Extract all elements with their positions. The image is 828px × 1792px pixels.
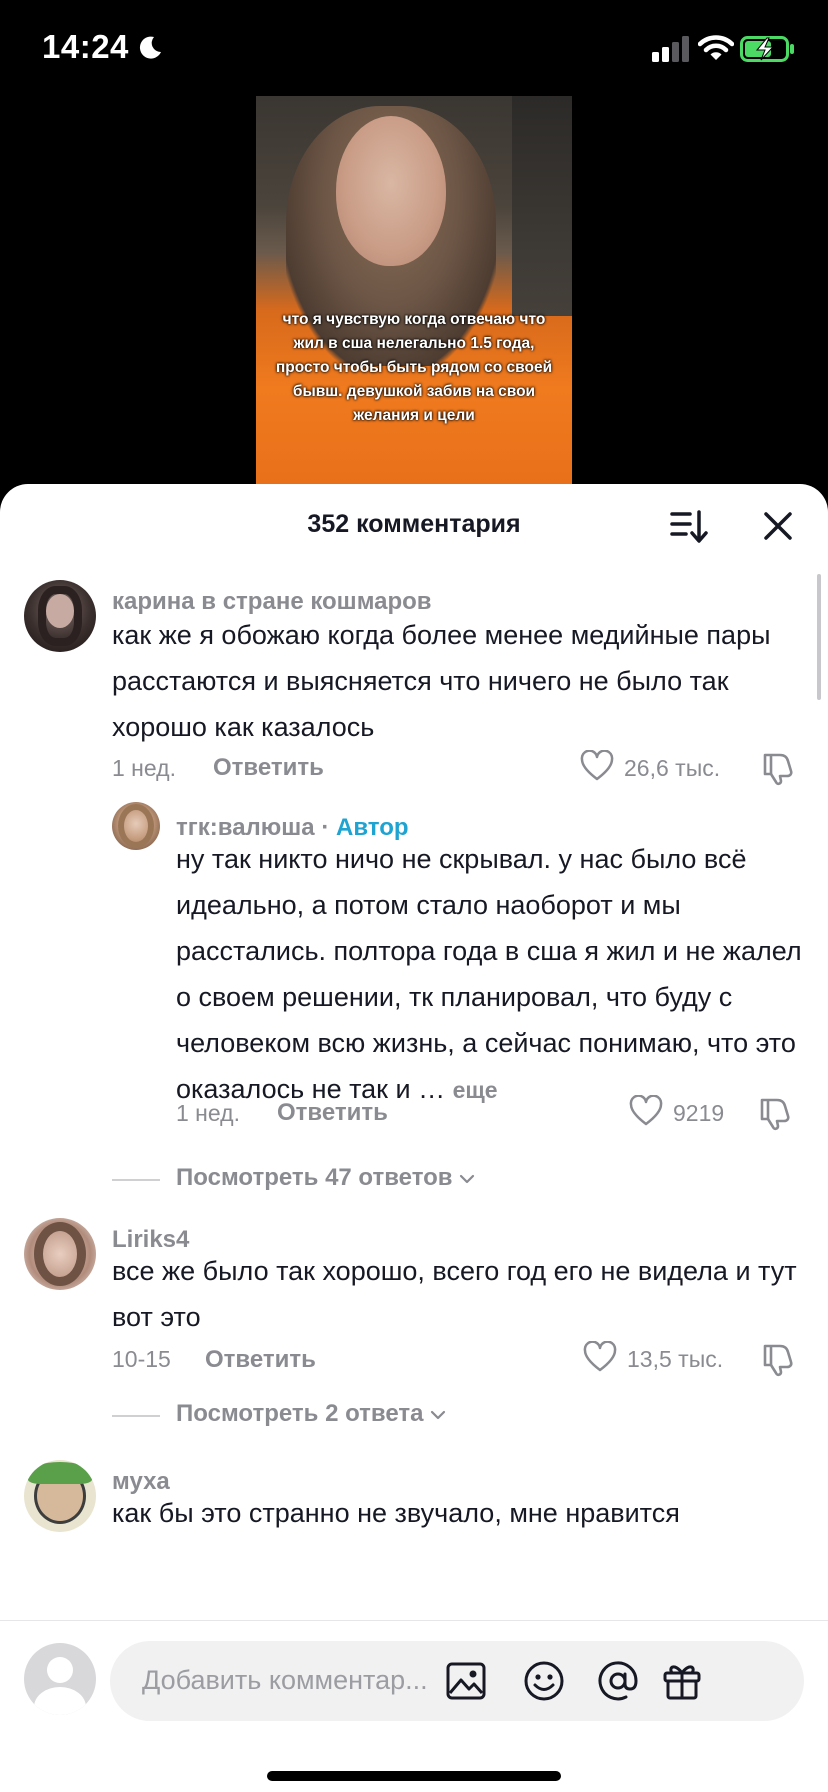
comment-text: как бы это странно не звучало, мне нрави… bbox=[112, 1498, 680, 1528]
close-icon[interactable] bbox=[756, 504, 800, 548]
user-avatar[interactable] bbox=[24, 1643, 96, 1715]
comments-list: карина в стране кошмаров как же я обожаю… bbox=[0, 574, 828, 1604]
comment-time: 1 нед. bbox=[112, 755, 176, 781]
chevron-down-icon bbox=[460, 1174, 475, 1183]
status-time: 14:24 bbox=[42, 28, 129, 65]
sort-icon[interactable] bbox=[666, 504, 710, 548]
video-thumbnail[interactable]: что я чувствую когда отвечаю что жил в с… bbox=[256, 96, 572, 486]
like-count: 26,6 тыс. bbox=[624, 755, 721, 781]
view-replies-button[interactable]: Посмотреть 2 ответа bbox=[112, 1400, 612, 1430]
comment-time: 10-15 bbox=[112, 1346, 171, 1372]
wifi-icon bbox=[698, 35, 734, 60]
image-icon[interactable] bbox=[444, 1659, 488, 1703]
video-person-face bbox=[336, 116, 446, 266]
comment-input[interactable]: Добавить комментар... bbox=[110, 1641, 804, 1721]
comment-input-bar: Добавить комментар... bbox=[0, 1620, 828, 1792]
avatar[interactable] bbox=[24, 1218, 96, 1290]
emoji-icon[interactable] bbox=[522, 1659, 566, 1703]
gift-icon[interactable] bbox=[660, 1659, 704, 1703]
like-count: 13,5 тыс. bbox=[627, 1346, 724, 1372]
avatar[interactable] bbox=[112, 802, 160, 850]
status-bar: 14:24 bbox=[0, 0, 828, 96]
more-button[interactable]: еще bbox=[453, 1077, 498, 1103]
comment-text: как же я обожаю когда более менее медийн… bbox=[112, 620, 771, 742]
view-replies-button[interactable]: Посмотреть 47 ответов bbox=[112, 1164, 612, 1194]
home-indicator[interactable] bbox=[267, 1771, 561, 1781]
video-caption: что я чувствую когда отвечаю что жил в с… bbox=[275, 311, 553, 424]
thumbs-down-icon[interactable] bbox=[760, 750, 796, 786]
signal-icon bbox=[652, 36, 689, 62]
divider-line bbox=[112, 1415, 160, 1417]
heart-icon[interactable] bbox=[583, 1341, 617, 1373]
moon-icon bbox=[139, 36, 161, 59]
avatar[interactable] bbox=[24, 1460, 96, 1532]
thumbs-down-icon[interactable] bbox=[757, 1095, 793, 1131]
avatar[interactable] bbox=[24, 580, 96, 652]
reply-button[interactable]: Ответить bbox=[205, 1346, 316, 1374]
comment-text-body: ну так никто ничо не скрывал. у нас было… bbox=[176, 844, 802, 1104]
divider-line bbox=[112, 1179, 160, 1181]
at-icon[interactable] bbox=[596, 1659, 640, 1703]
like-count: 9219 bbox=[673, 1100, 725, 1126]
reply-button[interactable]: Ответить bbox=[277, 1099, 388, 1127]
comment-input-placeholder: Добавить комментар... bbox=[142, 1665, 428, 1695]
heart-icon[interactable] bbox=[580, 750, 614, 782]
battery-charging-icon bbox=[740, 36, 794, 62]
comment-time: 1 нед. bbox=[176, 1100, 240, 1126]
view-replies-label[interactable]: Посмотреть 2 ответа bbox=[176, 1400, 446, 1428]
heart-icon[interactable] bbox=[629, 1095, 663, 1127]
video-area[interactable]: что я чувствую когда отвечаю что жил в с… bbox=[0, 96, 828, 516]
comments-sheet: 352 комментария карина в стране кошмаров… bbox=[0, 484, 828, 1792]
thumbs-down-icon[interactable] bbox=[760, 1341, 796, 1377]
chevron-down-icon bbox=[431, 1410, 446, 1419]
reply-button[interactable]: Ответить bbox=[213, 754, 324, 782]
video-background-shelf bbox=[512, 96, 572, 316]
comment-text: ну так никто ничо не скрывал. у нас было… bbox=[176, 836, 816, 1113]
comment-text: все же было так хорошо, всего год его не… bbox=[112, 1256, 797, 1332]
view-replies-label[interactable]: Посмотреть 47 ответов bbox=[176, 1164, 475, 1192]
